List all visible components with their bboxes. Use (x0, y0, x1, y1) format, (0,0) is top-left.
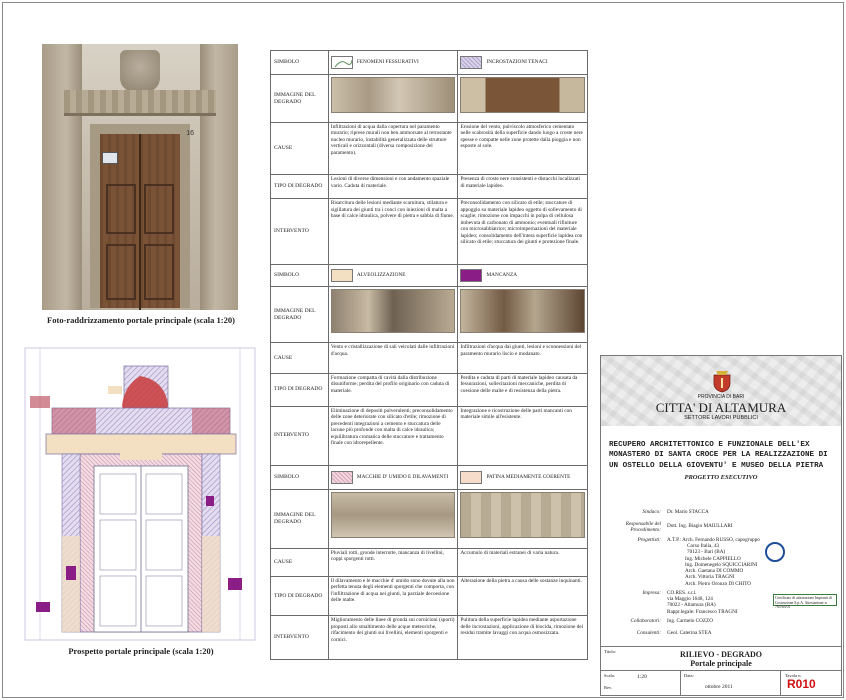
city-coat-of-arms-icon (713, 371, 731, 393)
incrustation-swatch-icon (460, 56, 483, 69)
symbol-label: MACCHIE D' UMIDO E DILAVAMENTI (356, 473, 449, 480)
scale-label: Scala: (604, 673, 615, 678)
scale-value: 1:20 (637, 674, 647, 680)
department-name: SETTORE LAVORI PUBBLICI (684, 415, 758, 421)
table-row: SIMBOLO MACCHIE D' UMIDO E DILAVAMENTI P… (270, 464, 588, 490)
table-row: TIPO DI DEGRADO Lesioni di diverse dimen… (270, 174, 588, 200)
row-label-intervention: INTERVENTO (270, 198, 329, 265)
type-text: Lesioni di diverse dimensioni e con anda… (327, 174, 459, 200)
table-row: INTERVENTO Risarcitura delle lesioni med… (270, 198, 588, 265)
table-row: TIPO DI DEGRADO Il dilavamento e le macc… (270, 575, 588, 617)
photo-cornice (64, 90, 216, 116)
crack-symbol-icon (330, 56, 353, 69)
degradation-photo (460, 77, 585, 113)
damp-stain-swatch-icon (330, 470, 353, 484)
table-row: CAUSE Infiltrazioni di acqua dalla coper… (270, 122, 588, 176)
table-row: IMMAGINE DEL DEGRADO (270, 488, 588, 549)
city-name: CITTA' DI ALTAMURA (655, 400, 787, 415)
cause-text: Erosione del vento, pulviscolo atmosferi… (457, 122, 588, 176)
photo-door-sign (102, 152, 118, 164)
intervention-text: Preconsolidamento con silicato di etile;… (457, 198, 588, 265)
sheet-title: RILIEVO - DEGRADO Portale principale (679, 650, 763, 669)
project-phase: PROGETTO ESECUTIVO (684, 474, 758, 481)
degradation-photo (460, 491, 585, 538)
table-row: IMMAGINE DEL DEGRADO (270, 285, 588, 344)
intervention-text: Miglioramento delle linee di gronda sui … (327, 615, 459, 660)
row-label-symbol: SIMBOLO (270, 50, 329, 75)
symbol-label: PATINA MEDIAMENTE COERENTE (486, 473, 571, 480)
photo-door-panel (144, 184, 174, 234)
row-label-cause: CAUSE (270, 342, 329, 374)
photo-door-panel (106, 184, 136, 234)
certification-badge: Certificato di attestazione Impianti di … (773, 594, 837, 609)
row-label-symbol: SIMBOLO (270, 263, 329, 287)
table-row: INTERVENTO Eliminazione di depositi polv… (270, 405, 588, 466)
type-text: Perdita e caduta di parti di materiale l… (457, 372, 588, 407)
missing-part-swatch-icon (460, 268, 483, 282)
degradation-photo (460, 288, 585, 333)
intervention-text: Eliminazione di depositi polverulenti; p… (327, 405, 459, 466)
intervention-text: Pulitura della superficie lapidea median… (457, 615, 588, 660)
row-label-image: IMMAGINE DEL DEGRADO (270, 488, 329, 549)
row-label-symbol: SIMBOLO (270, 464, 329, 490)
type-text: Alterazione della pietra a causa delle s… (457, 575, 588, 617)
house-number: 16 (186, 130, 194, 137)
photo-caption: Foto-raddrizzamento portale principale (… (47, 315, 235, 325)
degradation-table: SIMBOLO FENOMENI FESSURATIVI INCROSTAZIO… (270, 50, 588, 660)
cause-text: Infiltrazioni d'acqua dai giunti, lesion… (457, 342, 588, 374)
intervention-text: Risarcitura delle lesioni mediante scarn… (327, 198, 459, 265)
patina-swatch-icon (460, 470, 483, 484)
table-row: TIPO DI DEGRADO Formazione compatta di c… (270, 372, 588, 407)
photo-right-wall (200, 44, 238, 310)
row-label-cause: CAUSE (270, 122, 329, 176)
certification-seal-icon (765, 542, 785, 562)
symbol-label: INCROSTAZIONI TENACI (486, 59, 548, 66)
intervention-text: Integrazione e ricostruzione delle parti… (457, 405, 588, 466)
row-label-type: TIPO DI DEGRADO (270, 174, 329, 200)
type-text: Formazione compatta di cavità dalla dist… (327, 372, 459, 407)
alveolization-swatch-icon (330, 268, 353, 282)
table-row: IMMAGINE DEL DEGRADO (270, 73, 588, 124)
row-label-type: TIPO DI DEGRADO (270, 372, 329, 407)
photo-left-wall (42, 44, 82, 310)
row-label-image: IMMAGINE DEL DEGRADO (270, 285, 329, 344)
symbol-label: MANCANZA (486, 272, 518, 279)
table-row: INTERVENTO Miglioramento delle linee di … (270, 615, 588, 660)
cause-text: Accumulo di materiali estranei di varia … (457, 547, 588, 577)
cause-text: Pluviali rotti, gronde interrotte, manca… (327, 547, 459, 577)
title-block: PROVINCIA DI BARI CITTA' DI ALTAMURA SET… (600, 355, 842, 696)
table-row: SIMBOLO ALVEOLIZZAZIONE MANCANZA (270, 263, 588, 287)
row-label-intervention: INTERVENTO (270, 615, 329, 660)
photo-door-panel (144, 244, 174, 300)
date-value: ottobre 2011 (705, 684, 733, 690)
table-row: SIMBOLO FENOMENI FESSURATIVI INCROSTAZIO… (270, 50, 588, 75)
photo-door-split (139, 134, 141, 310)
table-row: CAUSE Pluviali rotti, gronde interrotte,… (270, 547, 588, 577)
type-text: Presenza di croste nere consistenti e di… (457, 174, 588, 200)
elevation-caption: Prospetto portale principale (scala 1:20… (68, 646, 214, 656)
degradation-photo (330, 77, 456, 113)
degradation-photo (330, 491, 456, 538)
photo-crest (120, 50, 160, 92)
row-label-type: TIPO DI DEGRADO (270, 575, 329, 617)
cause-text: Infiltrazioni di acqua dalla copertura n… (327, 122, 459, 176)
portal-elevation-drawing (24, 347, 256, 641)
photo-door-panel (106, 244, 136, 300)
sheet-info: Titolo: RILIEVO - DEGRADO Portale princi… (601, 646, 841, 696)
project-title: RECUPERO ARCHITETTONICO E FUNZIONALE DEL… (609, 441, 828, 470)
table-row: CAUSE Vento e cristallizzazione di sali … (270, 342, 588, 374)
sheet-number: R010 (787, 677, 816, 691)
revision-label: Rev. (604, 685, 613, 690)
symbol-label: FENOMENI FESSURATIVI (356, 59, 419, 66)
type-text: Il dilavamento e le macchie d' umido son… (327, 575, 459, 617)
row-label-image: IMMAGINE DEL DEGRADO (270, 73, 329, 124)
portal-photo: 16 (42, 44, 238, 310)
degradation-photo (330, 288, 456, 333)
row-label-cause: CAUSE (270, 547, 329, 577)
cause-text: Vento e cristallizzazione di sali veicol… (327, 342, 459, 374)
row-label-intervention: INTERVENTO (270, 405, 329, 466)
symbol-label: ALVEOLIZZAZIONE (356, 272, 406, 279)
date-label: Data: (684, 673, 694, 678)
